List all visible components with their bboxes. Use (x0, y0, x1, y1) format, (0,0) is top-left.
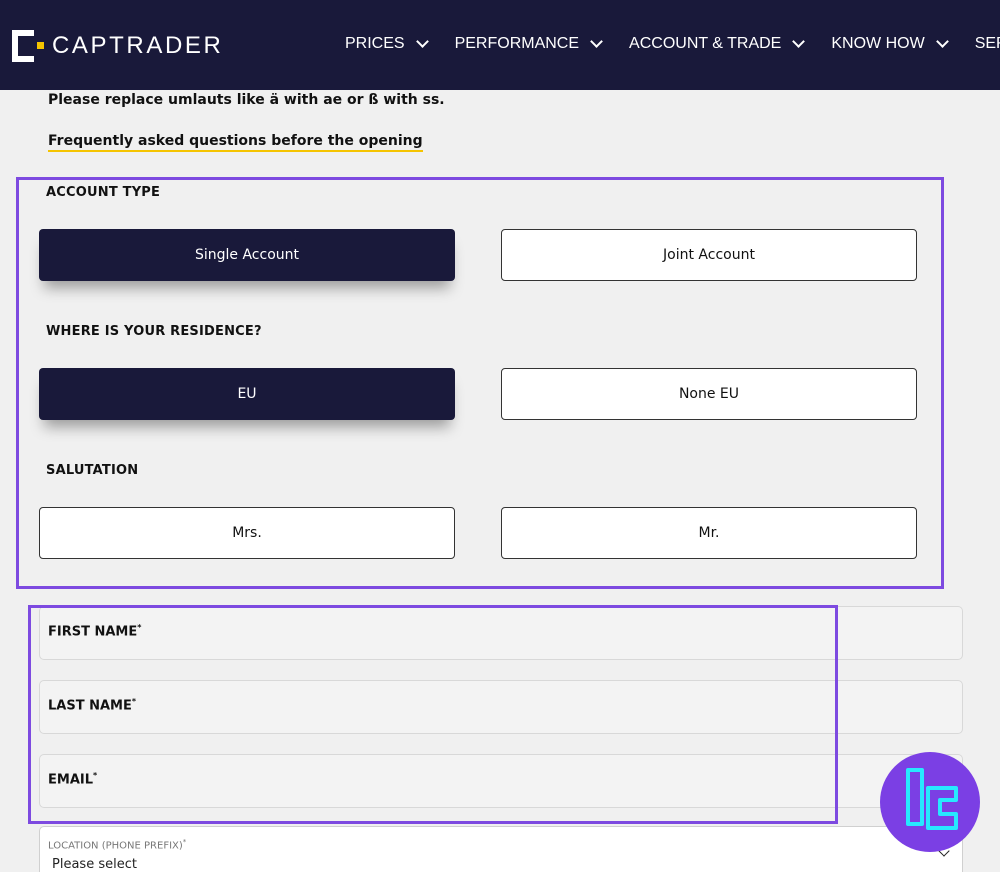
nav-item-account-trade[interactable]: ACCOUNT & TRADE (629, 35, 806, 53)
email-label: EMAIL* (48, 771, 98, 788)
main-nav: PRICES PERFORMANCE ACCOUNT & TRADE KNOW … (345, 0, 1000, 88)
umlaut-note: Please replace umlauts like ä with ae or… (48, 92, 445, 108)
first-name-input[interactable] (48, 640, 948, 655)
email-field[interactable]: EMAIL* (39, 754, 963, 808)
salutation-label: SALUTATION (46, 463, 139, 478)
logo-wordmark: CAPTRADER (52, 32, 224, 59)
watermark-badge (880, 752, 980, 852)
nav-item-know-how[interactable]: KNOW HOW (831, 35, 949, 53)
nav-item-label: SERVICE (974, 35, 1000, 52)
residence-eu-button[interactable]: EU (39, 368, 455, 420)
chevron-down-icon (590, 35, 603, 48)
nav-item-prices[interactable]: PRICES (345, 35, 429, 53)
chevron-down-icon (792, 35, 806, 48)
location-selected-value: Please select (52, 857, 137, 872)
nav-item-label: PERFORMANCE (454, 35, 580, 52)
residence-none-eu-button[interactable]: None EU (501, 368, 917, 420)
nav-item-label: KNOW HOW (831, 35, 925, 52)
account-type-label: ACCOUNT TYPE (46, 185, 161, 200)
residence-label: WHERE IS YOUR RESIDENCE? (46, 324, 262, 339)
joint-account-button[interactable]: Joint Account (501, 229, 917, 281)
top-navigation-bar: CAPTRADER PRICES PERFORMANCE ACCOUNT & T… (0, 0, 1000, 90)
last-name-label: LAST NAME* (48, 697, 137, 714)
first-name-label: FIRST NAME* (48, 623, 142, 640)
chevron-down-icon (935, 35, 949, 48)
last-name-field[interactable]: LAST NAME* (39, 680, 963, 734)
chevron-down-icon (415, 35, 429, 48)
email-input[interactable] (48, 788, 948, 803)
salutation-mr-button[interactable]: Mr. (501, 507, 917, 559)
nav-item-label: ACCOUNT & TRADE (629, 35, 782, 52)
logo-mark-icon (12, 30, 44, 62)
location-phone-prefix-select[interactable]: LOCATION (PHONE PREFIX)* Please select (39, 826, 963, 872)
nav-item-service[interactable]: SERVICE (975, 35, 1000, 53)
nav-item-label: PRICES (345, 35, 405, 52)
location-label: LOCATION (PHONE PREFIX)* (48, 838, 187, 852)
salutation-mrs-button[interactable]: Mrs. (39, 507, 455, 559)
captrader-logo[interactable]: CAPTRADER (12, 30, 223, 62)
nav-item-performance[interactable]: PERFORMANCE (454, 35, 603, 53)
last-name-input[interactable] (48, 714, 948, 729)
tc-logo-icon (906, 768, 958, 830)
first-name-field[interactable]: FIRST NAME* (39, 606, 963, 660)
single-account-button[interactable]: Single Account (39, 229, 455, 281)
faq-link[interactable]: Frequently asked questions before the op… (48, 133, 423, 152)
